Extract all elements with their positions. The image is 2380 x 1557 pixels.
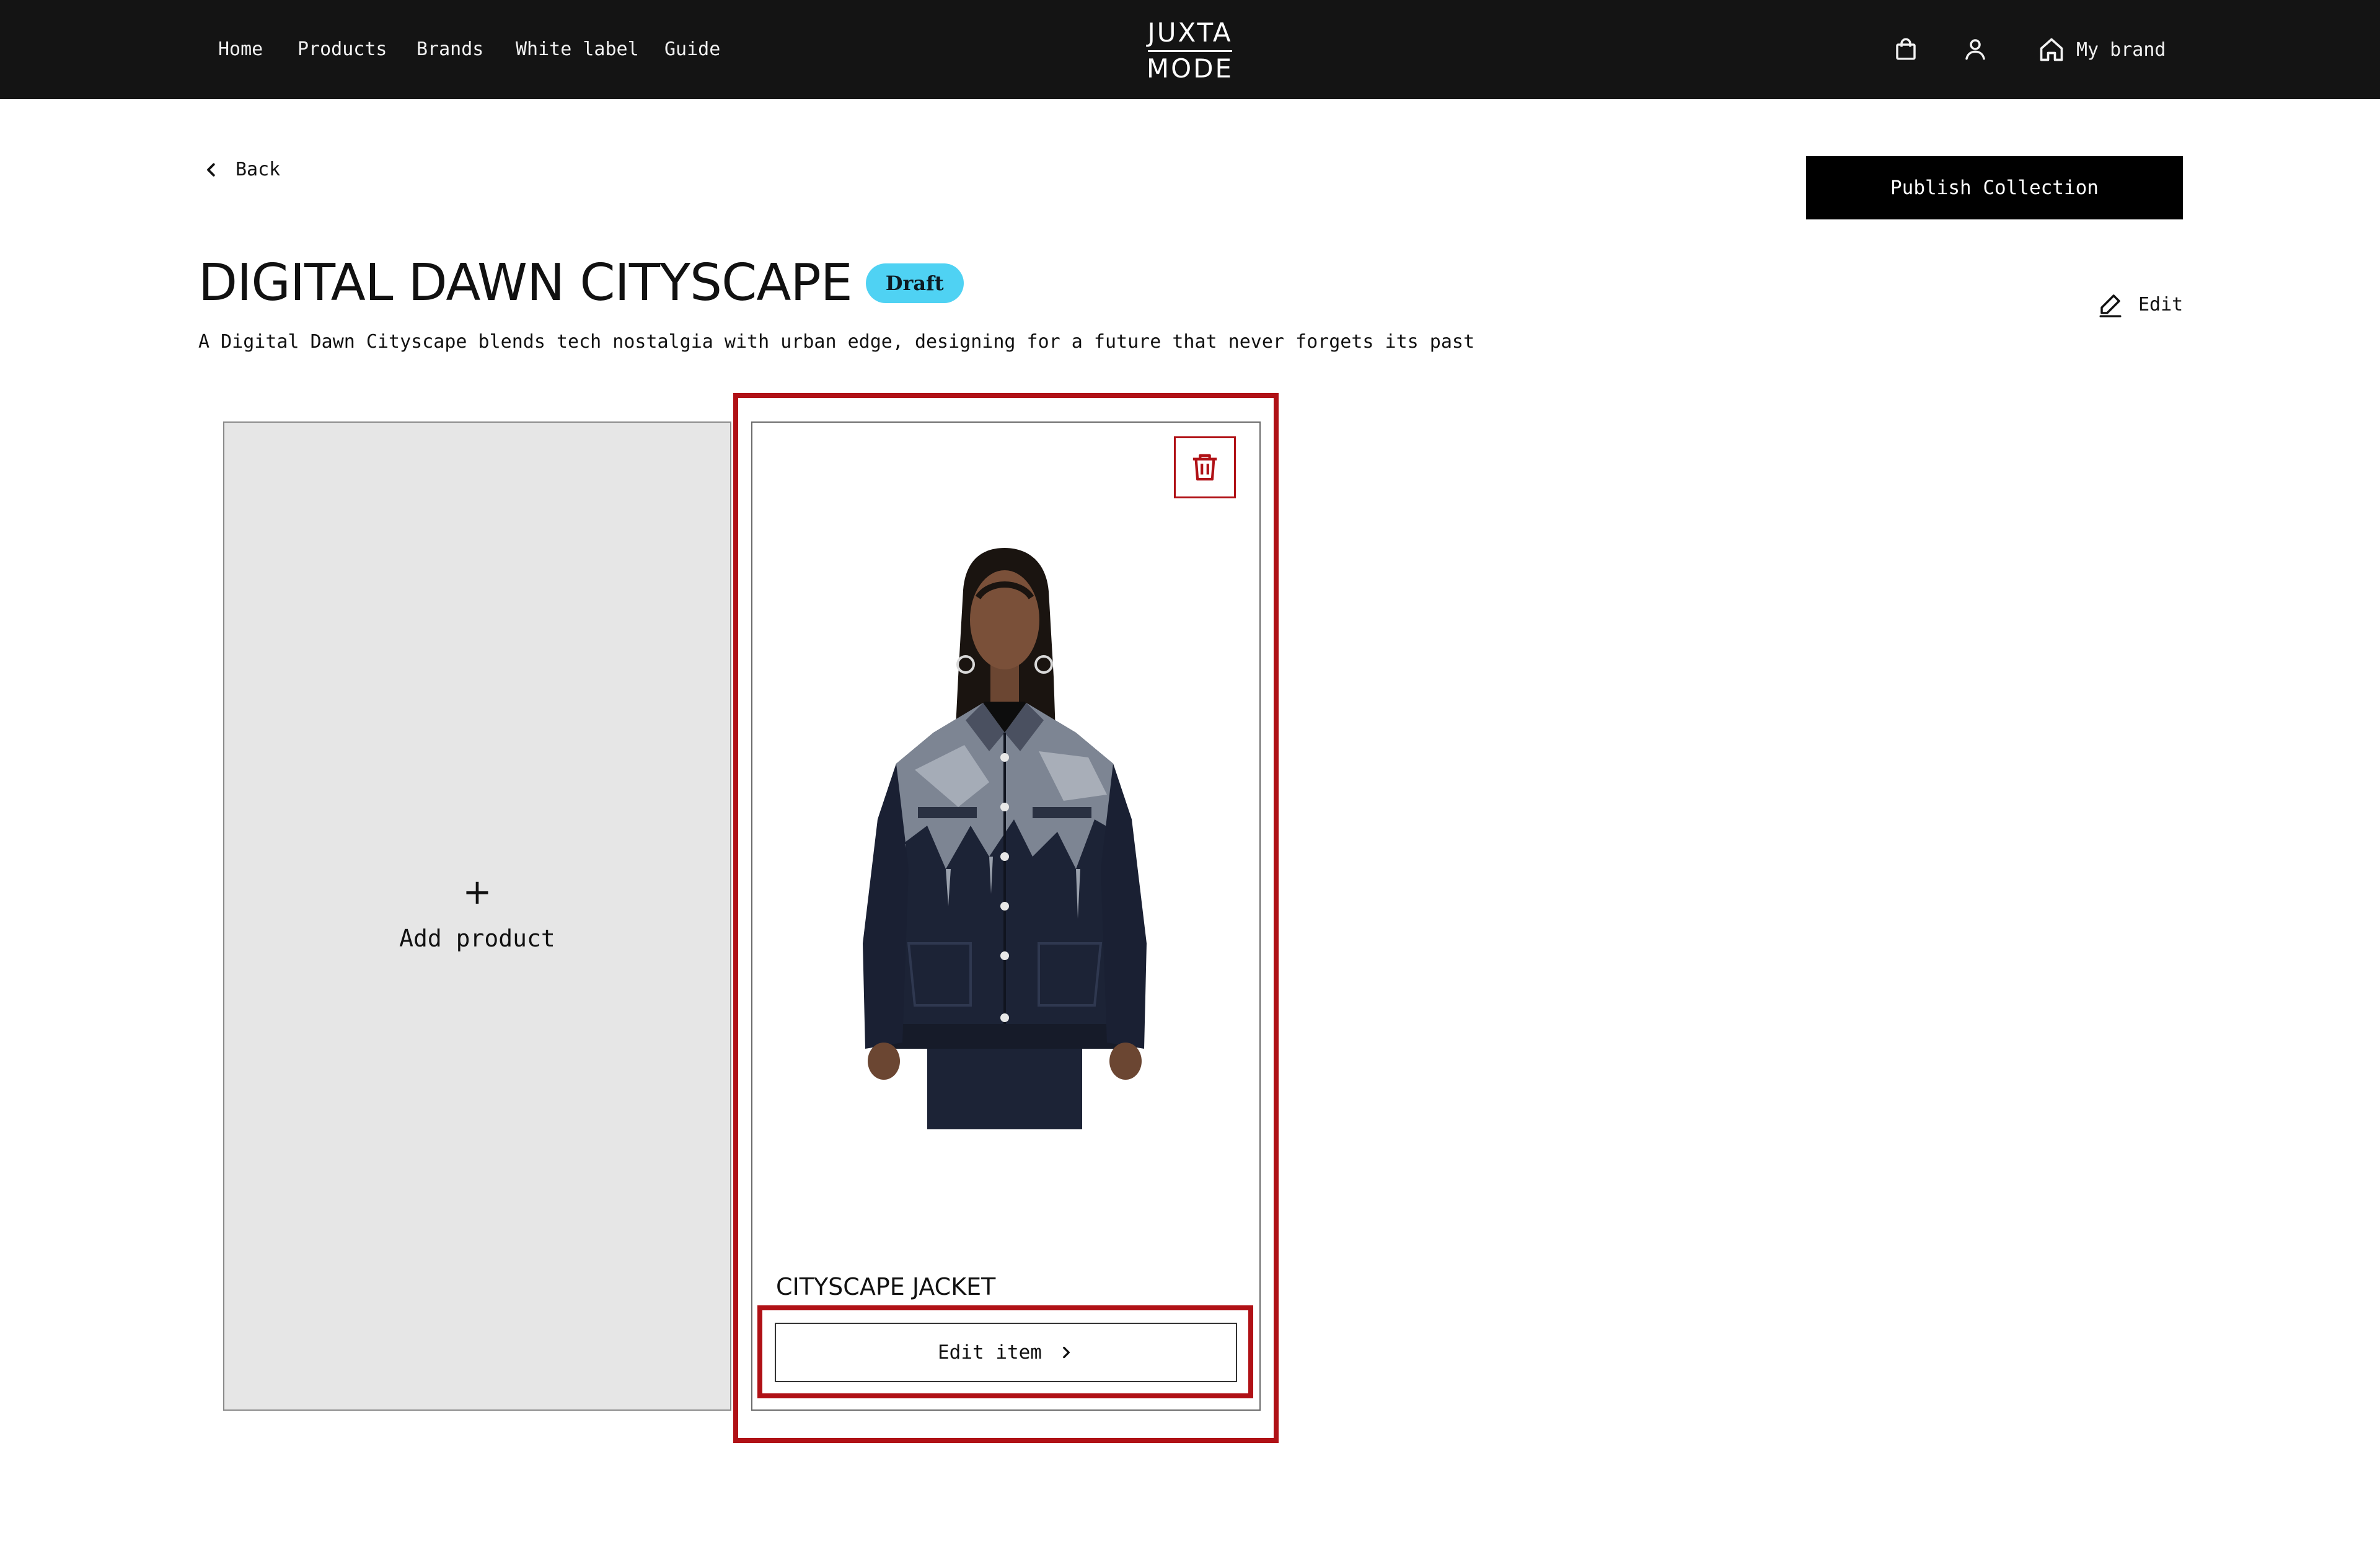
logo-divider [1148, 50, 1232, 52]
bag-icon[interactable] [1893, 36, 1919, 62]
top-navigation-bar: Home Products Brands White label Guide J… [0, 0, 2380, 99]
nav-brands-link[interactable]: Brands [416, 38, 483, 61]
edit-item-button[interactable]: Edit item [775, 1323, 1237, 1382]
logo-top-text: JUXTA [1147, 17, 1233, 48]
status-badge: Draft [865, 263, 964, 303]
nav-products-link[interactable]: Products [298, 38, 387, 61]
edit-collection-button[interactable]: Edit [2097, 291, 2183, 317]
home-icon [2040, 38, 2063, 61]
back-label: Back [236, 159, 281, 180]
product-card: CITYSCAPE JACKET Edit item [751, 421, 1261, 1411]
add-product-label: Add product [399, 925, 555, 952]
pencil-icon [2099, 294, 2122, 317]
chevron-left-icon [207, 162, 215, 177]
collection-title-row: DIGITAL DAWN CITYSCAPE Draft [198, 255, 964, 311]
plus-icon: + [462, 872, 492, 912]
edit-item-label: Edit item [938, 1341, 1042, 1364]
nav-guide-link[interactable]: Guide [664, 38, 720, 61]
nav-home-link[interactable]: Home [218, 38, 263, 61]
product-image[interactable] [803, 547, 1206, 1129]
page-title: DIGITAL DAWN CITYSCAPE [198, 254, 853, 312]
edit-label: Edit [2138, 293, 2184, 315]
delete-product-button[interactable] [1174, 436, 1236, 498]
trash-icon [1192, 454, 1217, 481]
publish-collection-button[interactable]: Publish Collection [1806, 156, 2183, 219]
my-brand-label: My brand [2076, 38, 2166, 61]
back-button[interactable]: Back [202, 159, 280, 180]
product-name: CITYSCAPE JACKET [776, 1273, 996, 1300]
chevron-right-icon [1063, 1346, 1070, 1359]
logo-bottom-text: MODE [1146, 53, 1234, 84]
user-icon[interactable] [1962, 36, 1988, 62]
collection-description: A Digital Dawn Cityscape blends tech nos… [198, 331, 1475, 353]
juxta-mode-logo[interactable]: JUXTA MODE [1145, 17, 1235, 84]
nav-white-label-link[interactable]: White label [516, 38, 639, 61]
my-brand-link[interactable]: My brand [2038, 35, 2166, 64]
add-product-card[interactable]: + Add product [223, 421, 731, 1411]
